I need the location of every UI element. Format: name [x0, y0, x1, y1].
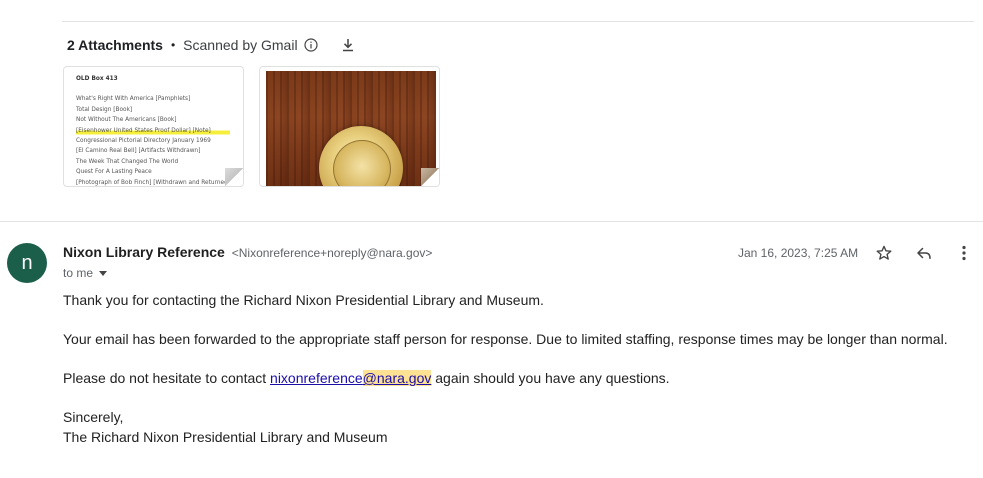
document-preview-line: [Photograph of Bob Finch] [Withdrawn and…	[76, 179, 231, 186]
document-preview-line: Congressional Pictorial Directory Januar…	[76, 138, 211, 145]
document-preview-title: OLD Box 413	[76, 76, 118, 82]
star-button[interactable]	[873, 242, 895, 264]
chevron-down-icon[interactable]	[99, 270, 108, 276]
attachment-thumbnail-document[interactable]: OLD Box 413 What's Right With America [P…	[63, 66, 244, 187]
star-icon	[876, 245, 892, 260]
attachment-thumbnail-photo[interactable]	[259, 66, 440, 187]
separator-dot: •	[170, 38, 176, 52]
email-link-domain: @nara.gov	[362, 370, 432, 386]
body-paragraph-3-tail: again should you have any questions.	[431, 370, 670, 386]
email-link[interactable]: nixonreference@nara.gov	[270, 370, 432, 386]
wood-surface-photo	[266, 71, 436, 186]
email-link-user: nixonreference	[270, 370, 363, 386]
sender-name[interactable]: Nixon Library Reference	[63, 244, 225, 260]
body-paragraph-3-text: Please do not hesitate to contact	[63, 370, 271, 386]
recipient-label: to me	[63, 266, 94, 280]
attachments-count: 2 Attachments	[67, 37, 163, 53]
body-paragraph-1: Thank you for contacting the Richard Nix…	[63, 292, 544, 308]
sender-email: <Nixonreference+noreply@nara.gov>	[231, 246, 433, 260]
presidential-coin-photo	[319, 126, 403, 186]
document-preview-line: Total Design [Book]	[76, 106, 133, 113]
attachments-header: 2 Attachments • Scanned by Gmail	[67, 35, 356, 55]
avatar[interactable]: n	[7, 243, 47, 283]
message-divider	[0, 221, 983, 222]
reply-icon	[917, 247, 931, 259]
document-preview-highlighted-line: [Eisenhower United States Proof Dollar] …	[76, 125, 231, 137]
scanned-by-gmail-label: Scanned by Gmail	[183, 37, 298, 53]
more-vert-icon	[962, 245, 966, 261]
page-fold-icon	[225, 168, 243, 186]
coin-seal	[333, 140, 391, 186]
more-options-button[interactable]	[953, 242, 975, 264]
signature-line: The Richard Nixon Presidential Library a…	[63, 429, 388, 445]
document-preview-line: Quest For A Lasting Peace	[76, 169, 152, 176]
document-preview-line: The Week That Changed The World	[76, 158, 179, 165]
download-all-icon[interactable]	[340, 37, 356, 53]
document-preview-line: What's Right With America [Pamphlets]	[76, 96, 191, 103]
document-preview-line: [El Camino Real Bell] [Artifacts Withdra…	[76, 148, 201, 155]
top-divider	[62, 21, 974, 22]
info-icon[interactable]	[303, 38, 318, 52]
recipient-details[interactable]: to me	[63, 266, 108, 280]
body-paragraph-2: Your email has been forwarded to the app…	[63, 331, 948, 347]
document-preview-line: Not Without The Americans [Book]	[76, 117, 177, 124]
reply-button[interactable]	[913, 242, 935, 264]
body-paragraph-3: Please do not hesitate to contact nixonr…	[63, 370, 670, 386]
sender-line: Nixon Library Reference <Nixonreference+…	[63, 244, 432, 260]
message-date: Jan 16, 2023, 7:25 AM	[738, 246, 859, 260]
closing-line: Sincerely,	[63, 409, 124, 425]
document-preview: OLD Box 413 What's Right With America [P…	[76, 74, 231, 186]
page-fold-icon	[421, 168, 439, 186]
